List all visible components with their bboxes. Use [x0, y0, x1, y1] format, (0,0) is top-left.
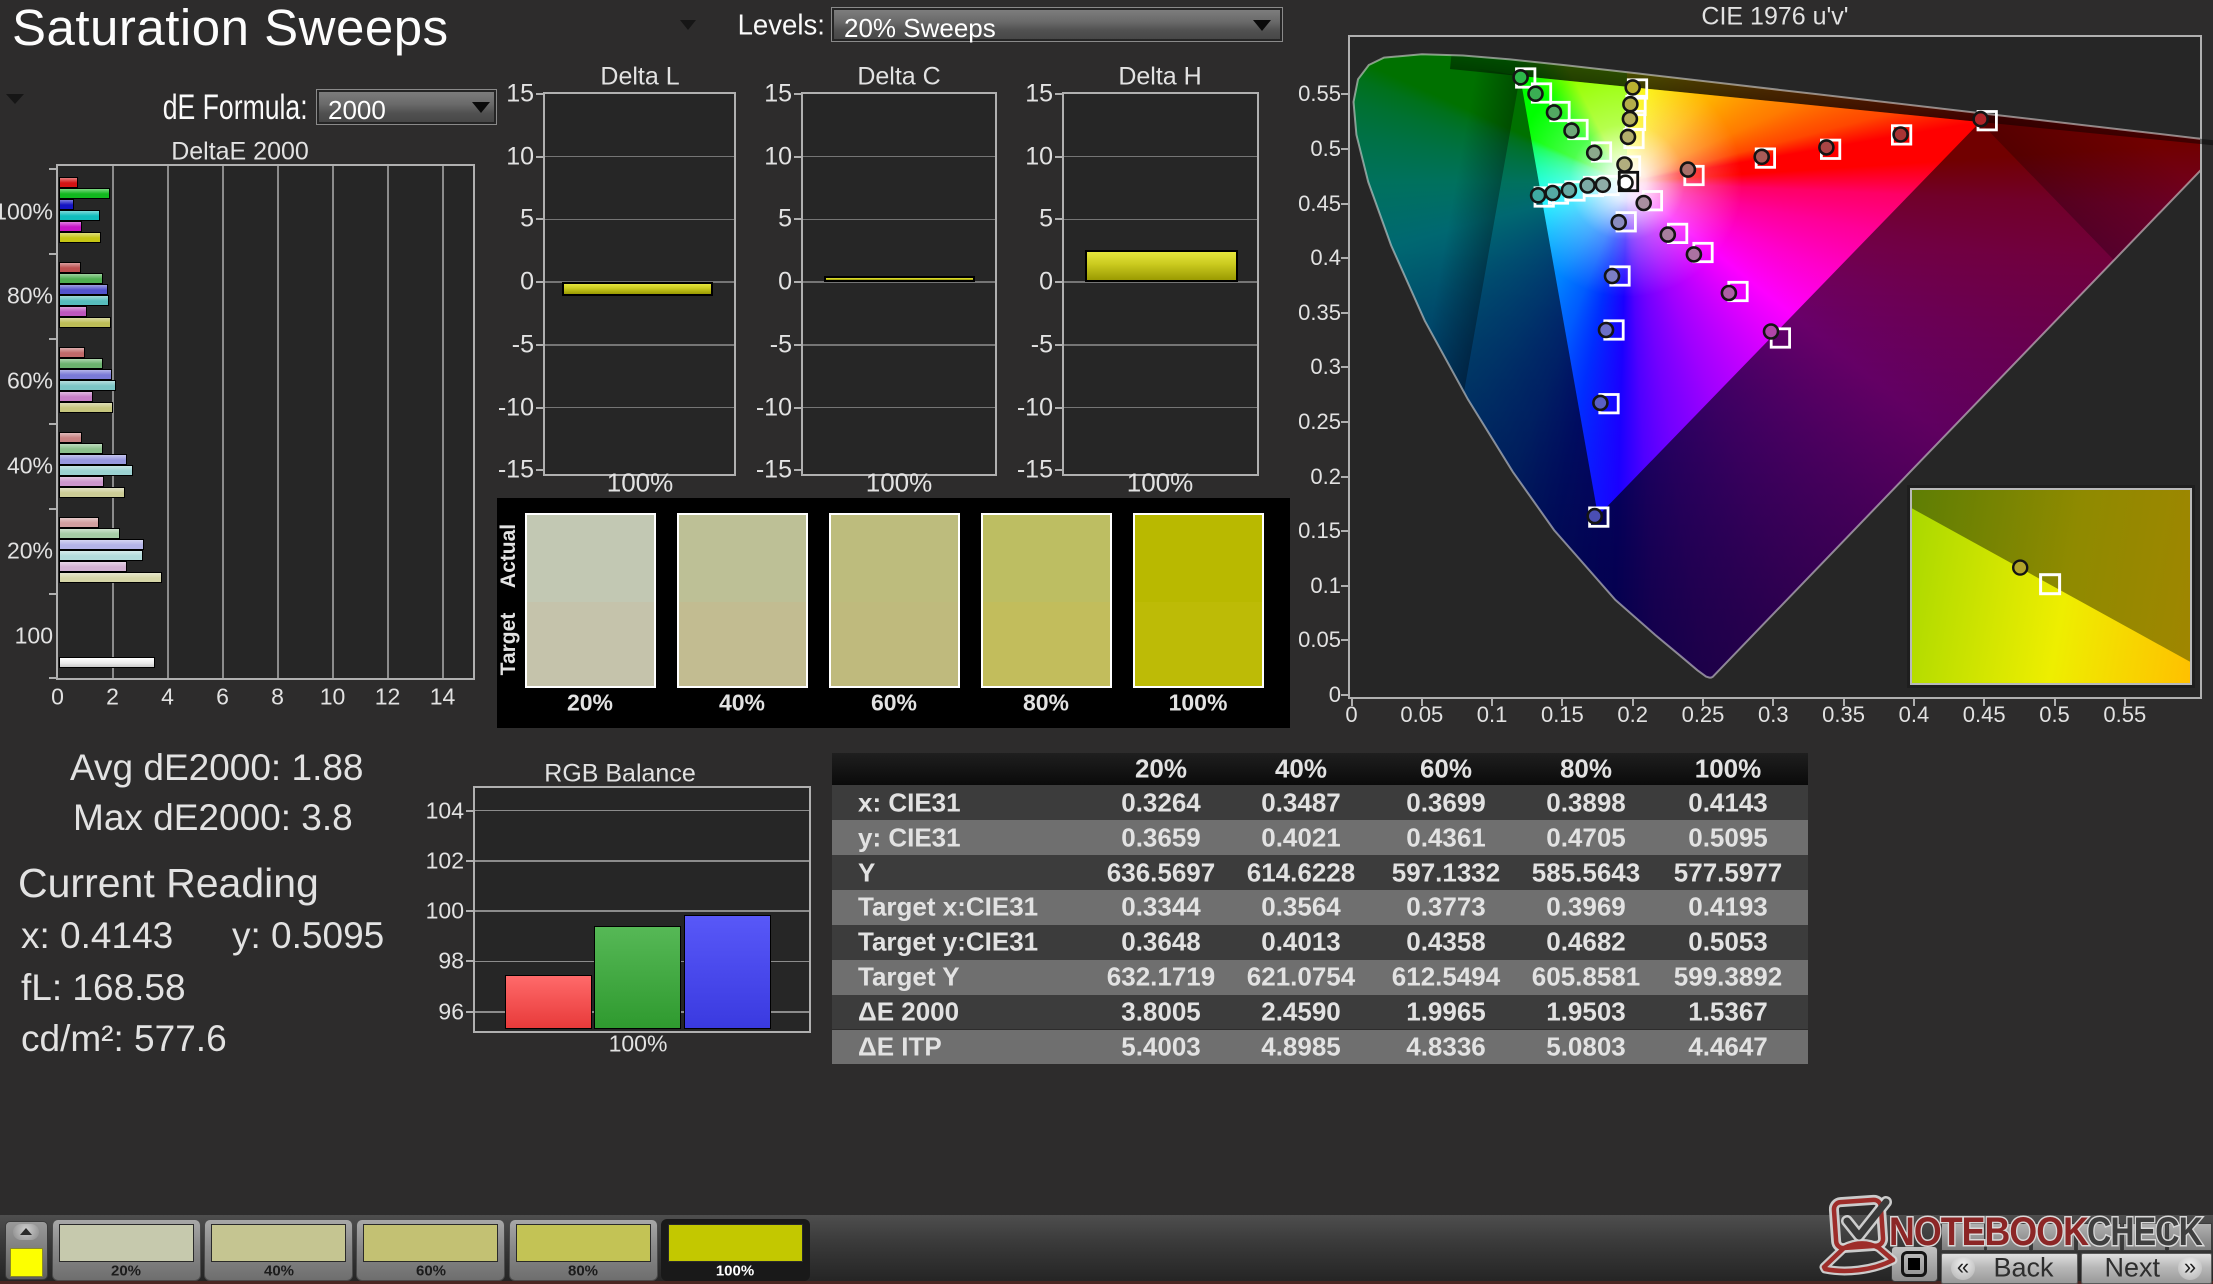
svg-text:CHECK: CHECK — [2087, 1210, 2203, 1254]
svg-text:NOTEBOOK: NOTEBOOK — [1889, 1210, 2089, 1254]
